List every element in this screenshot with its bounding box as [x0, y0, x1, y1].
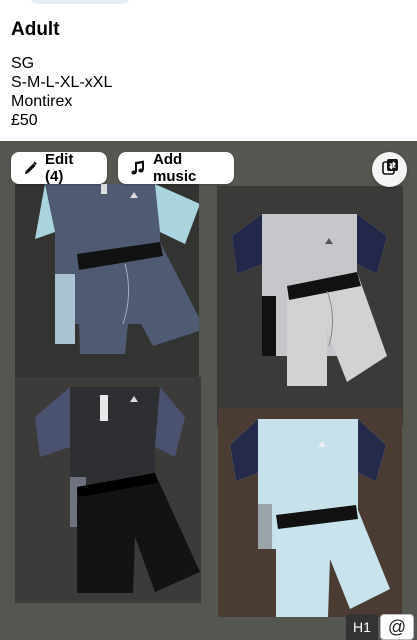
keyboard-badges: H1 @: [346, 614, 414, 640]
add-music-button[interactable]: Add music: [118, 151, 234, 185]
swap-photos-icon: [380, 157, 400, 182]
photo-2[interactable]: [217, 186, 403, 426]
post-line-sizes: S-M-L-XL-xXL: [11, 74, 113, 91]
top-pill: [30, 0, 130, 4]
music-note-icon: [130, 160, 146, 176]
pencil-icon: [23, 161, 38, 176]
edit-button[interactable]: Edit (4): [11, 151, 107, 185]
media-collage[interactable]: [0, 141, 417, 640]
photo-1-image: [15, 184, 199, 389]
post-line-sg: SG: [11, 55, 35, 72]
photo-4[interactable]: [218, 409, 402, 617]
photo-2-image: [217, 186, 403, 426]
mention-badge[interactable]: @: [380, 614, 414, 640]
post-title: Adult: [11, 19, 60, 40]
photo-1[interactable]: [15, 184, 199, 389]
swap-photos-button[interactable]: [372, 152, 407, 187]
photo-3-image: [15, 377, 201, 603]
edit-button-label: Edit (4): [45, 151, 74, 185]
photo-3[interactable]: [15, 377, 201, 603]
add-music-label: Add music: [153, 151, 197, 185]
photo-4-image: [218, 409, 402, 617]
post-line-brand: Montirex: [11, 93, 73, 110]
post-line-price: £50: [11, 112, 38, 129]
post-text: Adult SG S-M-L-XL-xXL Montirex £50: [11, 18, 112, 130]
heading-badge[interactable]: H1: [346, 614, 378, 640]
